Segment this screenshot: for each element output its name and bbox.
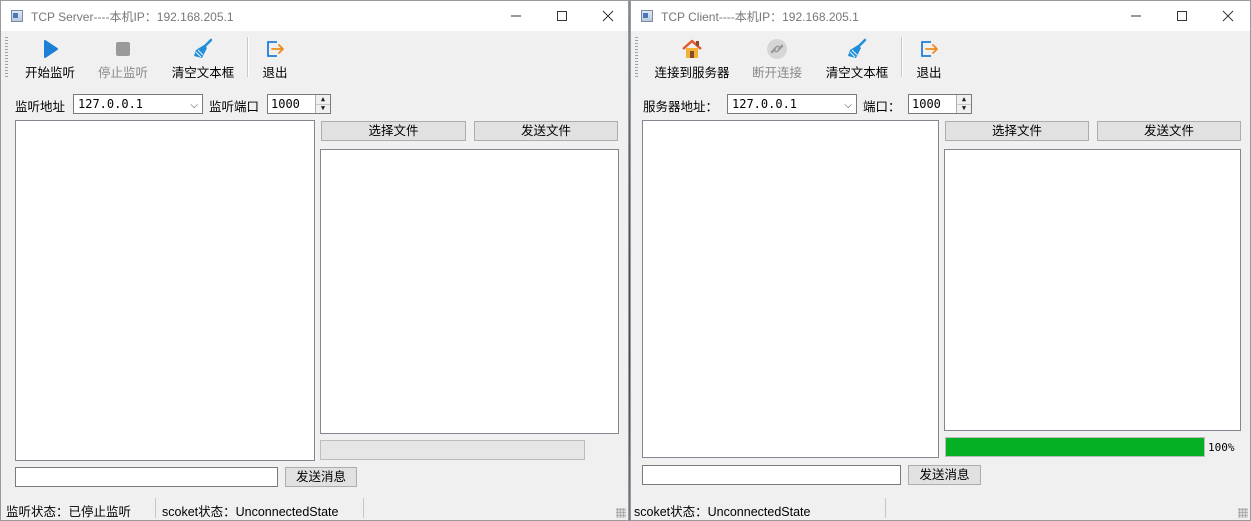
listen-port-label: 监听端口 — [209, 99, 260, 114]
app-window-icon — [11, 10, 23, 22]
port-value: 1000 — [912, 97, 941, 111]
connect-server-button[interactable]: 连接到服务器 — [647, 31, 737, 83]
exit-icon — [267, 41, 284, 57]
server-send-message-button[interactable]: 发送消息 — [285, 467, 357, 487]
resize-grip[interactable] — [1238, 508, 1248, 518]
disconnect-button[interactable]: 断开连接 — [743, 31, 811, 83]
broom-icon — [194, 38, 213, 58]
server-address-label: 服务器地址： — [643, 99, 719, 114]
clear-text-label: 清空文本框 — [825, 65, 889, 80]
status-separator — [155, 498, 156, 518]
client-window: TCP Client----本机IP：192.168.205.1 连接到服务器 — [630, 0, 1251, 521]
server-socket-status-text: scoket状态：UnconnectedState — [162, 505, 339, 519]
spin-buttons: ▲ ▼ — [315, 95, 330, 113]
toolbar-separator — [901, 37, 903, 77]
spin-down-icon[interactable]: ▼ — [316, 104, 330, 113]
client-file-log[interactable] — [944, 149, 1241, 431]
server-progress-bar — [320, 440, 585, 460]
port-label: 端口： — [863, 99, 901, 114]
server-select-file-button[interactable]: 选择文件 — [321, 121, 466, 141]
app-window-icon — [641, 10, 653, 22]
server-message-input[interactable] — [15, 467, 278, 487]
broom-icon — [848, 38, 867, 58]
chevron-down-icon: ⌵ — [844, 100, 852, 111]
stop-listen-label: 停止监听 — [97, 65, 148, 80]
minimize-icon — [1131, 15, 1141, 17]
client-progress-fill — [946, 438, 1204, 456]
clear-text-button[interactable]: 清空文本框 — [819, 31, 895, 83]
toolbar-grip[interactable] — [635, 37, 638, 77]
client-progress-bar — [945, 437, 1205, 457]
maximize-button[interactable] — [1159, 1, 1205, 31]
server-titlebar[interactable]: TCP Server----本机IP：192.168.205.1 — [1, 1, 628, 31]
listen-address-label: 监听地址 — [15, 99, 66, 114]
disconnect-label: 断开连接 — [751, 65, 802, 80]
close-icon — [602, 10, 614, 22]
listen-port-value: 1000 — [271, 97, 300, 111]
toolbar-grip[interactable] — [5, 37, 8, 77]
client-message-input[interactable] — [642, 465, 901, 485]
minimize-button[interactable] — [1113, 1, 1159, 31]
resize-grip[interactable] — [616, 508, 626, 518]
close-button[interactable] — [1205, 1, 1250, 31]
spin-buttons: ▲ ▼ — [956, 95, 971, 113]
listen-port-spinbox[interactable]: 1000 ▲ ▼ — [267, 94, 331, 114]
exit-icon — [921, 41, 938, 57]
house-icon — [682, 39, 702, 58]
client-toolbar: 连接到服务器 断开连接 清空文本框 退出 — [631, 31, 1250, 83]
listen-address-combo[interactable]: 127.0.0.1 ⌵ — [73, 94, 203, 114]
maximize-icon — [557, 11, 567, 21]
stop-listen-button[interactable]: 停止监听 — [89, 31, 157, 83]
client-socket-status-text: scoket状态：UnconnectedState — [634, 505, 811, 519]
maximize-icon — [1177, 11, 1187, 21]
connect-server-label: 连接到服务器 — [654, 65, 730, 80]
server-address-value: 127.0.0.1 — [732, 97, 798, 111]
client-window-title: TCP Client----本机IP：192.168.205.1 — [661, 10, 859, 24]
unlink-icon — [767, 39, 787, 59]
server-message-log[interactable] — [15, 120, 315, 461]
client-progress-text: 100% — [1208, 441, 1235, 454]
chevron-down-icon: ⌵ — [190, 100, 198, 111]
play-icon — [44, 40, 58, 58]
server-statusbar: 监听状态：已停止监听 scoket状态：UnconnectedState — [1, 496, 628, 520]
minimize-button[interactable] — [493, 1, 539, 31]
clear-text-button[interactable]: 清空文本框 — [165, 31, 241, 83]
status-separator — [363, 498, 364, 518]
listen-status-text: 监听状态：已停止监听 — [6, 505, 132, 519]
clear-text-label: 清空文本框 — [171, 65, 235, 80]
server-toolbar: 开始监听 停止监听 清空文本框 退出 — [1, 31, 628, 83]
close-button[interactable] — [585, 1, 628, 31]
exit-button[interactable]: 退出 — [909, 31, 949, 83]
minimize-icon — [511, 15, 521, 17]
server-window: TCP Server----本机IP：192.168.205.1 开始监听 停止… — [0, 0, 629, 521]
server-address-combo[interactable]: 127.0.0.1 ⌵ — [727, 94, 857, 114]
client-select-file-button[interactable]: 选择文件 — [945, 121, 1089, 141]
stop-icon — [116, 42, 130, 56]
start-listen-button[interactable]: 开始监听 — [15, 31, 85, 83]
exit-button[interactable]: 退出 — [255, 31, 295, 83]
close-icon — [1222, 10, 1234, 22]
status-separator — [885, 498, 886, 518]
port-spinbox[interactable]: 1000 ▲ ▼ — [908, 94, 972, 114]
server-send-file-button[interactable]: 发送文件 — [474, 121, 618, 141]
client-message-log[interactable] — [642, 120, 939, 458]
server-window-title: TCP Server----本机IP：192.168.205.1 — [31, 10, 234, 24]
client-send-message-button[interactable]: 发送消息 — [908, 465, 981, 485]
listen-address-value: 127.0.0.1 — [78, 97, 144, 111]
client-statusbar: scoket状态：UnconnectedState — [631, 496, 1250, 520]
exit-label: 退出 — [262, 65, 288, 80]
server-file-log[interactable] — [320, 149, 619, 434]
spin-down-icon[interactable]: ▼ — [957, 104, 971, 113]
start-listen-label: 开始监听 — [24, 65, 75, 80]
maximize-button[interactable] — [539, 1, 585, 31]
client-titlebar[interactable]: TCP Client----本机IP：192.168.205.1 — [631, 1, 1250, 31]
toolbar-separator — [247, 37, 249, 77]
client-send-file-button[interactable]: 发送文件 — [1097, 121, 1241, 141]
exit-label: 退出 — [916, 65, 942, 80]
